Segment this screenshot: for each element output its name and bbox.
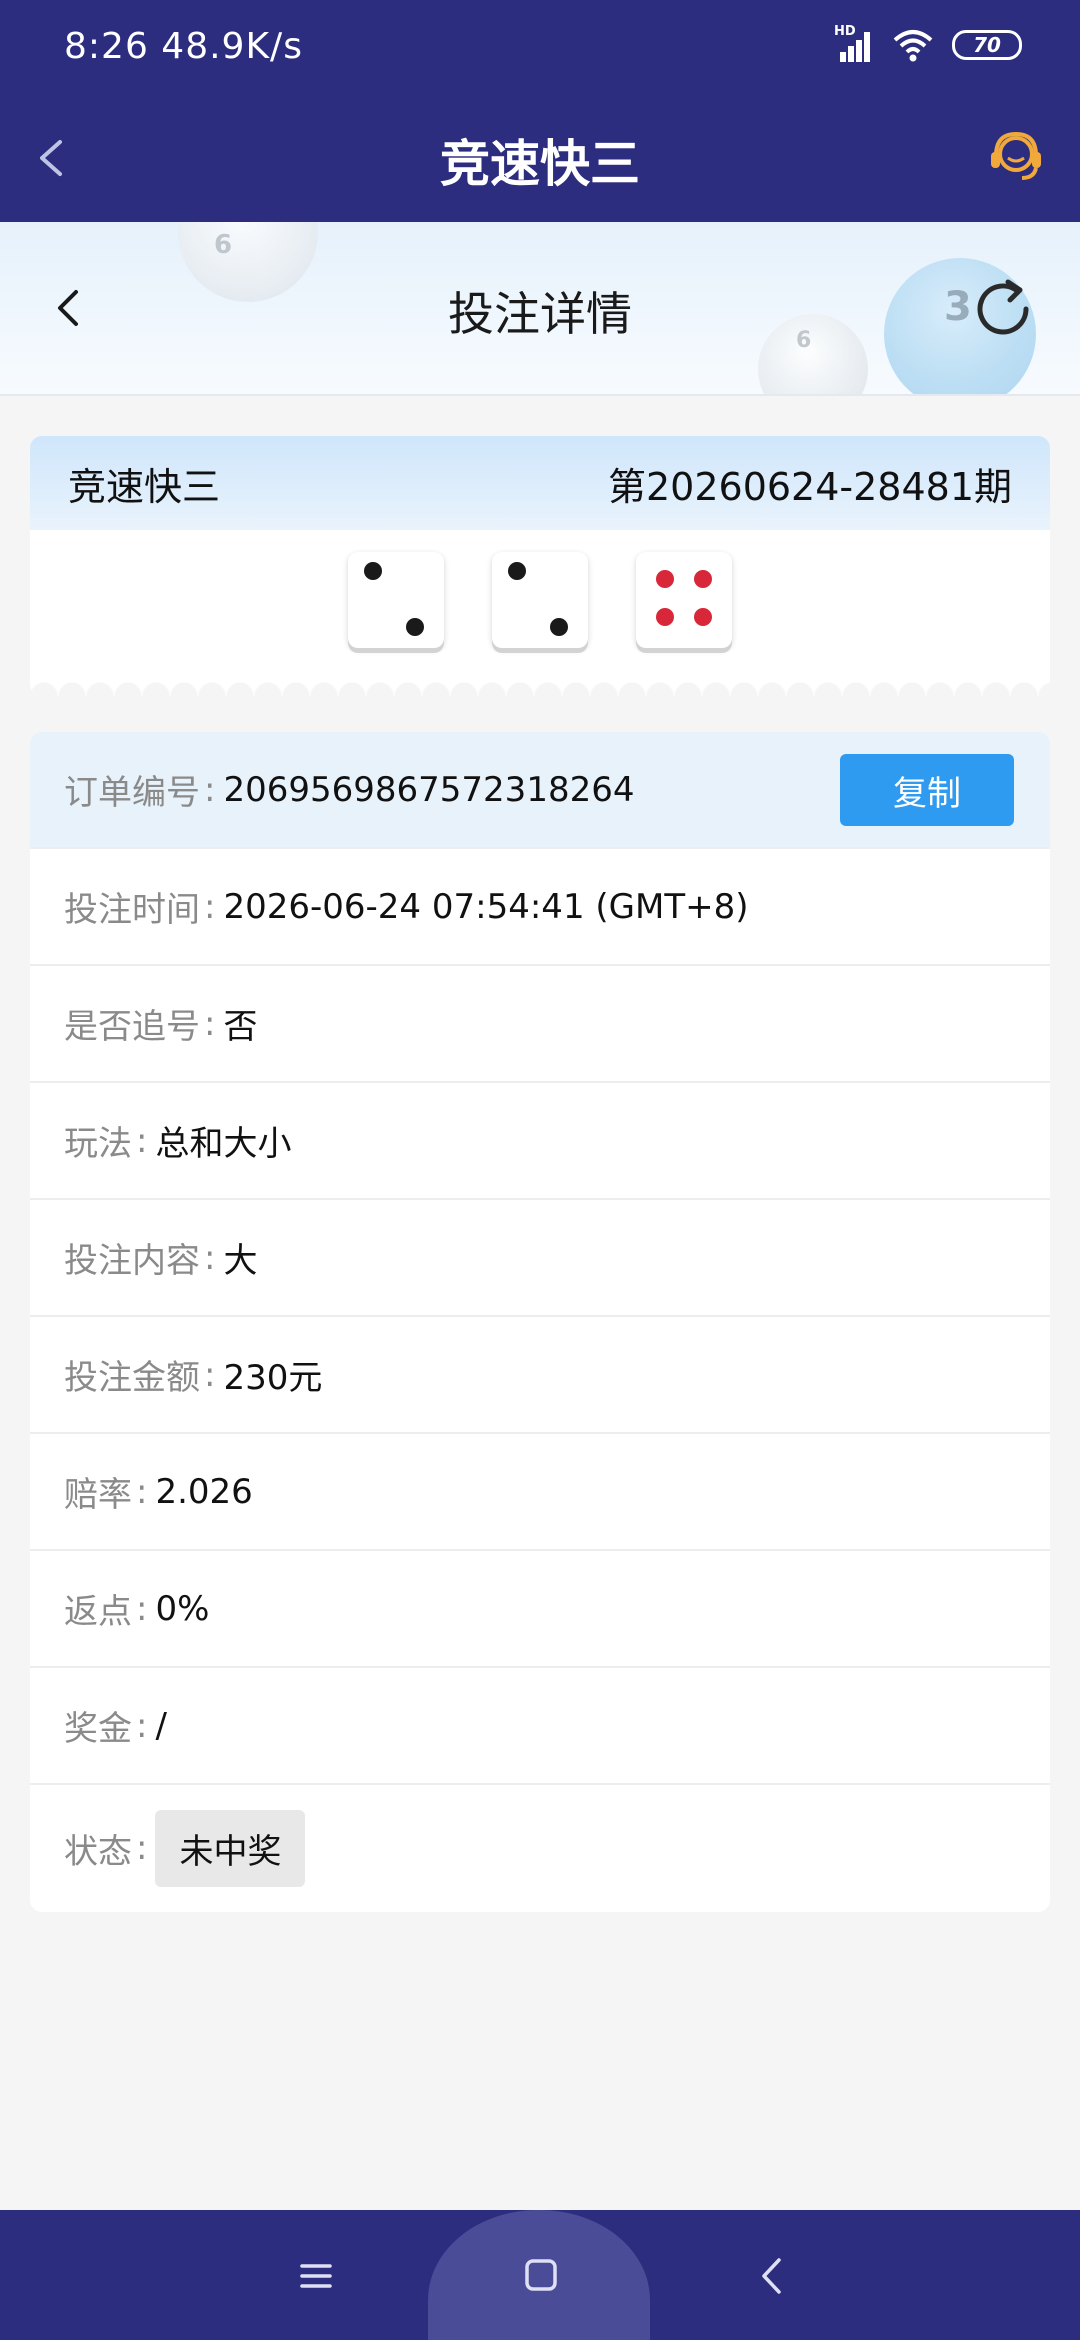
page-title: 投注详情 xyxy=(448,287,632,341)
battery-icon: 70 xyxy=(952,30,1022,60)
home-icon[interactable] xyxy=(524,2258,558,2292)
app-header: 竞速快三 xyxy=(0,96,1080,222)
period-number: 第20260624-28481期 xyxy=(607,464,1012,509)
bet-amount: 230元 xyxy=(223,1358,323,1398)
status-icons: HD 70 xyxy=(834,24,1022,62)
clock: 8:26 xyxy=(64,26,149,67)
die-2 xyxy=(348,552,444,648)
game-name: 竞速快三 xyxy=(68,464,221,509)
die-4 xyxy=(636,552,732,648)
row-label: 奖金 xyxy=(64,1709,132,1749)
bet-detail-card: 订单编号: 2069569867572318264 复制 投注时间: 2026-… xyxy=(30,732,1050,1912)
rebate: 0% xyxy=(155,1588,210,1629)
bonus: / xyxy=(155,1705,167,1746)
dice-row xyxy=(30,530,1050,648)
row-label: 状态 xyxy=(64,1831,132,1872)
customer-service-icon[interactable] xyxy=(986,126,1046,188)
bet-content: 大 xyxy=(223,1241,258,1281)
ball-number: 6 xyxy=(214,230,233,260)
draw-header: 竞速快三 第20260624-28481期 xyxy=(30,436,1050,530)
hd-label: HD xyxy=(834,24,856,39)
order-number-row: 订单编号: 2069569867572318264 复制 xyxy=(30,732,1050,849)
status-time: 8:26 48.9K/s xyxy=(64,26,303,67)
draw-result-card: 竞速快三 第20260624-28481期 xyxy=(30,436,1050,696)
rebate-row: 返点: 0% xyxy=(30,1551,1050,1668)
status-badge: 未中奖 xyxy=(155,1809,306,1887)
app-title: 竞速快三 xyxy=(440,135,640,193)
bet-time: 2026-06-24 07:54:41 (GMT+8) xyxy=(223,886,749,927)
menu-icon[interactable] xyxy=(296,2256,336,2296)
status-row: 状态: 未中奖 xyxy=(30,1785,1050,1911)
row-label: 是否追号 xyxy=(64,1007,200,1047)
row-label: 返点 xyxy=(64,1592,132,1632)
wifi-icon xyxy=(893,30,933,62)
back-icon[interactable] xyxy=(752,2254,792,2298)
play-type: 总和大小 xyxy=(155,1124,292,1164)
signal-icon: HD xyxy=(834,24,874,62)
row-label: 玩法 xyxy=(64,1124,132,1164)
die-2 xyxy=(492,552,588,648)
battery-level: 70 xyxy=(973,33,1001,57)
bonus-row: 奖金: / xyxy=(30,1668,1050,1785)
chase-value: 否 xyxy=(223,1007,258,1047)
row-label: 赔率 xyxy=(64,1475,132,1515)
status-bar: 8:26 48.9K/s HD 70 xyxy=(0,0,1080,96)
chase-row: 是否追号: 否 xyxy=(30,966,1050,1083)
odds-row: 赔率: 2.026 xyxy=(30,1434,1050,1551)
bet-content-row: 投注内容: 大 xyxy=(30,1200,1050,1317)
network-speed: 48.9K/s xyxy=(161,26,303,67)
row-label: 投注金额 xyxy=(64,1358,200,1398)
copy-button[interactable]: 复制 xyxy=(840,754,1014,826)
odds: 2.026 xyxy=(155,1471,253,1512)
row-label: 投注内容 xyxy=(64,1241,200,1281)
refresh-icon[interactable] xyxy=(968,274,1038,344)
bet-amount-row: 投注金额: 230元 xyxy=(30,1317,1050,1434)
play-type-row: 玩法: 总和大小 xyxy=(30,1083,1050,1200)
bet-time-row: 投注时间: 2026-06-24 07:54:41 (GMT+8) xyxy=(30,849,1050,966)
sub-header: 6 6 3 投注详情 xyxy=(0,222,1080,396)
scalloped-edge xyxy=(30,682,1050,696)
system-nav-bar xyxy=(0,2210,1080,2340)
row-label: 订单编号 xyxy=(64,773,200,813)
order-number: 2069569867572318264 xyxy=(223,769,635,810)
row-label: 投注时间 xyxy=(64,890,200,930)
